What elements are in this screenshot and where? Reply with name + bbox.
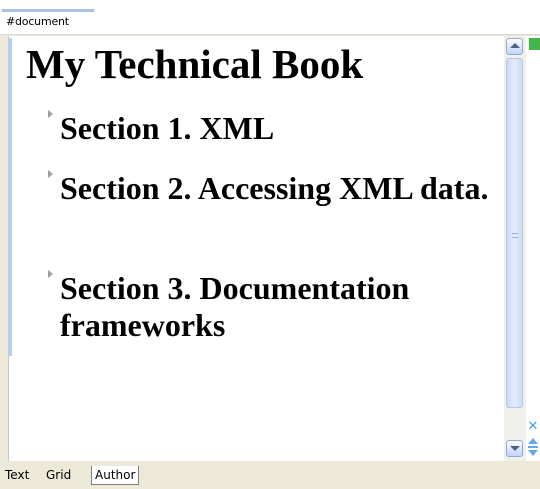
- author-editor[interactable]: [8, 36, 504, 461]
- editor-mode-tabs: Text Grid Author: [0, 461, 540, 489]
- scrollbar-grip: [512, 233, 518, 238]
- document-block-marker[interactable]: [8, 38, 12, 356]
- navigate-arrows-icon[interactable]: [528, 438, 540, 458]
- section-3-title[interactable]: Section 3. Documentation frameworks: [60, 270, 500, 344]
- status-ok-indicator[interactable]: [529, 38, 540, 50]
- close-icon[interactable]: ✕: [527, 420, 539, 433]
- section-3-marker: [48, 270, 53, 278]
- section-2-title[interactable]: Section 2. Accessing XML data.: [60, 170, 500, 207]
- document-title[interactable]: My Technical Book: [26, 40, 363, 88]
- breadcrumb-bar: #document: [0, 0, 540, 35]
- section-1-title[interactable]: Section 1. XML: [60, 110, 500, 147]
- breadcrumb-document[interactable]: #document: [2, 9, 94, 31]
- section-2-marker: [48, 170, 53, 178]
- overview-ruler: [526, 36, 540, 461]
- scroll-up-icon[interactable]: [506, 38, 523, 55]
- vertical-scrollbar[interactable]: [504, 36, 526, 461]
- section-1-marker: [48, 110, 53, 118]
- scrollbar-thumb[interactable]: [506, 58, 523, 408]
- tab-author[interactable]: Author: [91, 466, 140, 485]
- tab-text[interactable]: Text: [2, 467, 32, 485]
- scroll-down-icon[interactable]: [506, 440, 523, 457]
- tab-grid[interactable]: Grid: [43, 467, 74, 485]
